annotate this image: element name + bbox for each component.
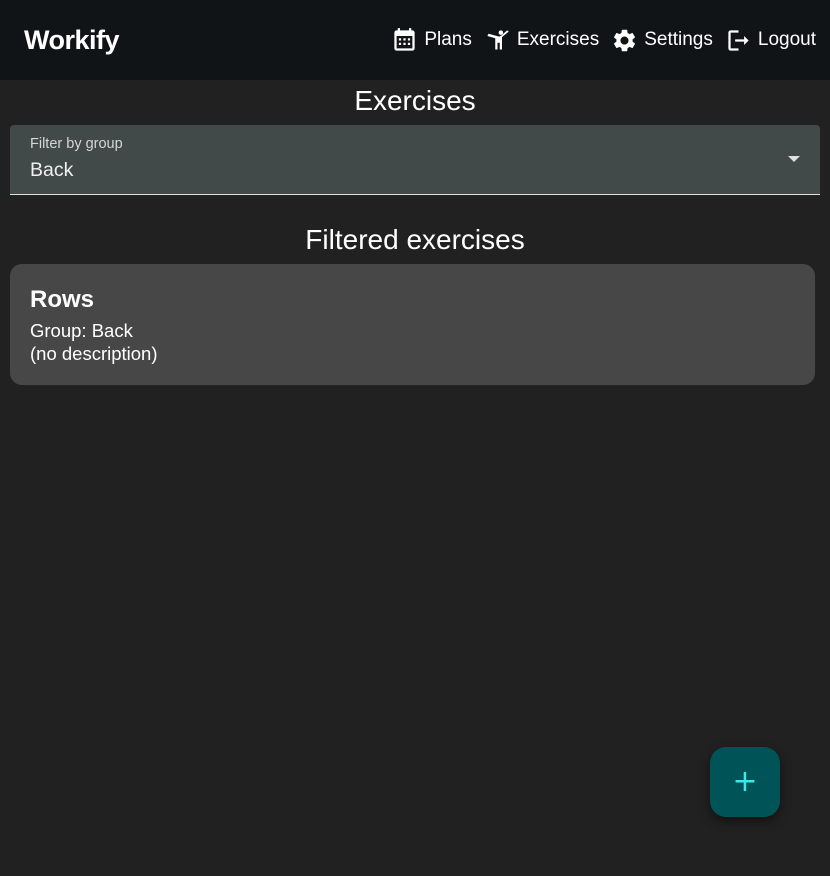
filter-selected-value: Back (30, 159, 74, 181)
nav-plans-label: Plans (424, 29, 472, 50)
dropdown-arrow-icon (788, 156, 800, 162)
gymnastics-icon (487, 29, 509, 49)
nav-logout-label: Logout (757, 29, 816, 50)
add-exercise-button[interactable]: + (710, 747, 780, 817)
nav-logout[interactable]: Logout (725, 27, 816, 54)
group-filter-select[interactable]: Filter by group Back (10, 125, 820, 195)
exercise-name: Rows (30, 286, 95, 313)
exercise-group: Group: Back (30, 320, 133, 341)
nav-settings-label: Settings (644, 29, 713, 50)
exercise-card[interactable]: Rows Group: Back (no description) (10, 264, 815, 385)
exercise-description: (no description) (30, 343, 158, 364)
brand-logo[interactable]: Workify (24, 25, 120, 56)
main-nav: Plans Exercises Settings Logout (391, 27, 816, 54)
nav-plans[interactable]: Plans (391, 27, 472, 54)
nav-exercises-label: Exercises (516, 29, 600, 50)
calendar-icon (394, 27, 415, 51)
page-title: Exercises (354, 85, 476, 116)
filter-label: Filter by group (30, 136, 123, 152)
logout-icon (728, 29, 749, 51)
app-bar: Workify Plans Exercises Settings Logout (0, 0, 830, 80)
gear-icon (614, 29, 636, 51)
add-icon: + (732, 764, 758, 799)
nav-settings[interactable]: Settings (611, 27, 713, 54)
section-title: Filtered exercises (305, 224, 525, 255)
nav-exercises[interactable]: Exercises (484, 27, 599, 54)
